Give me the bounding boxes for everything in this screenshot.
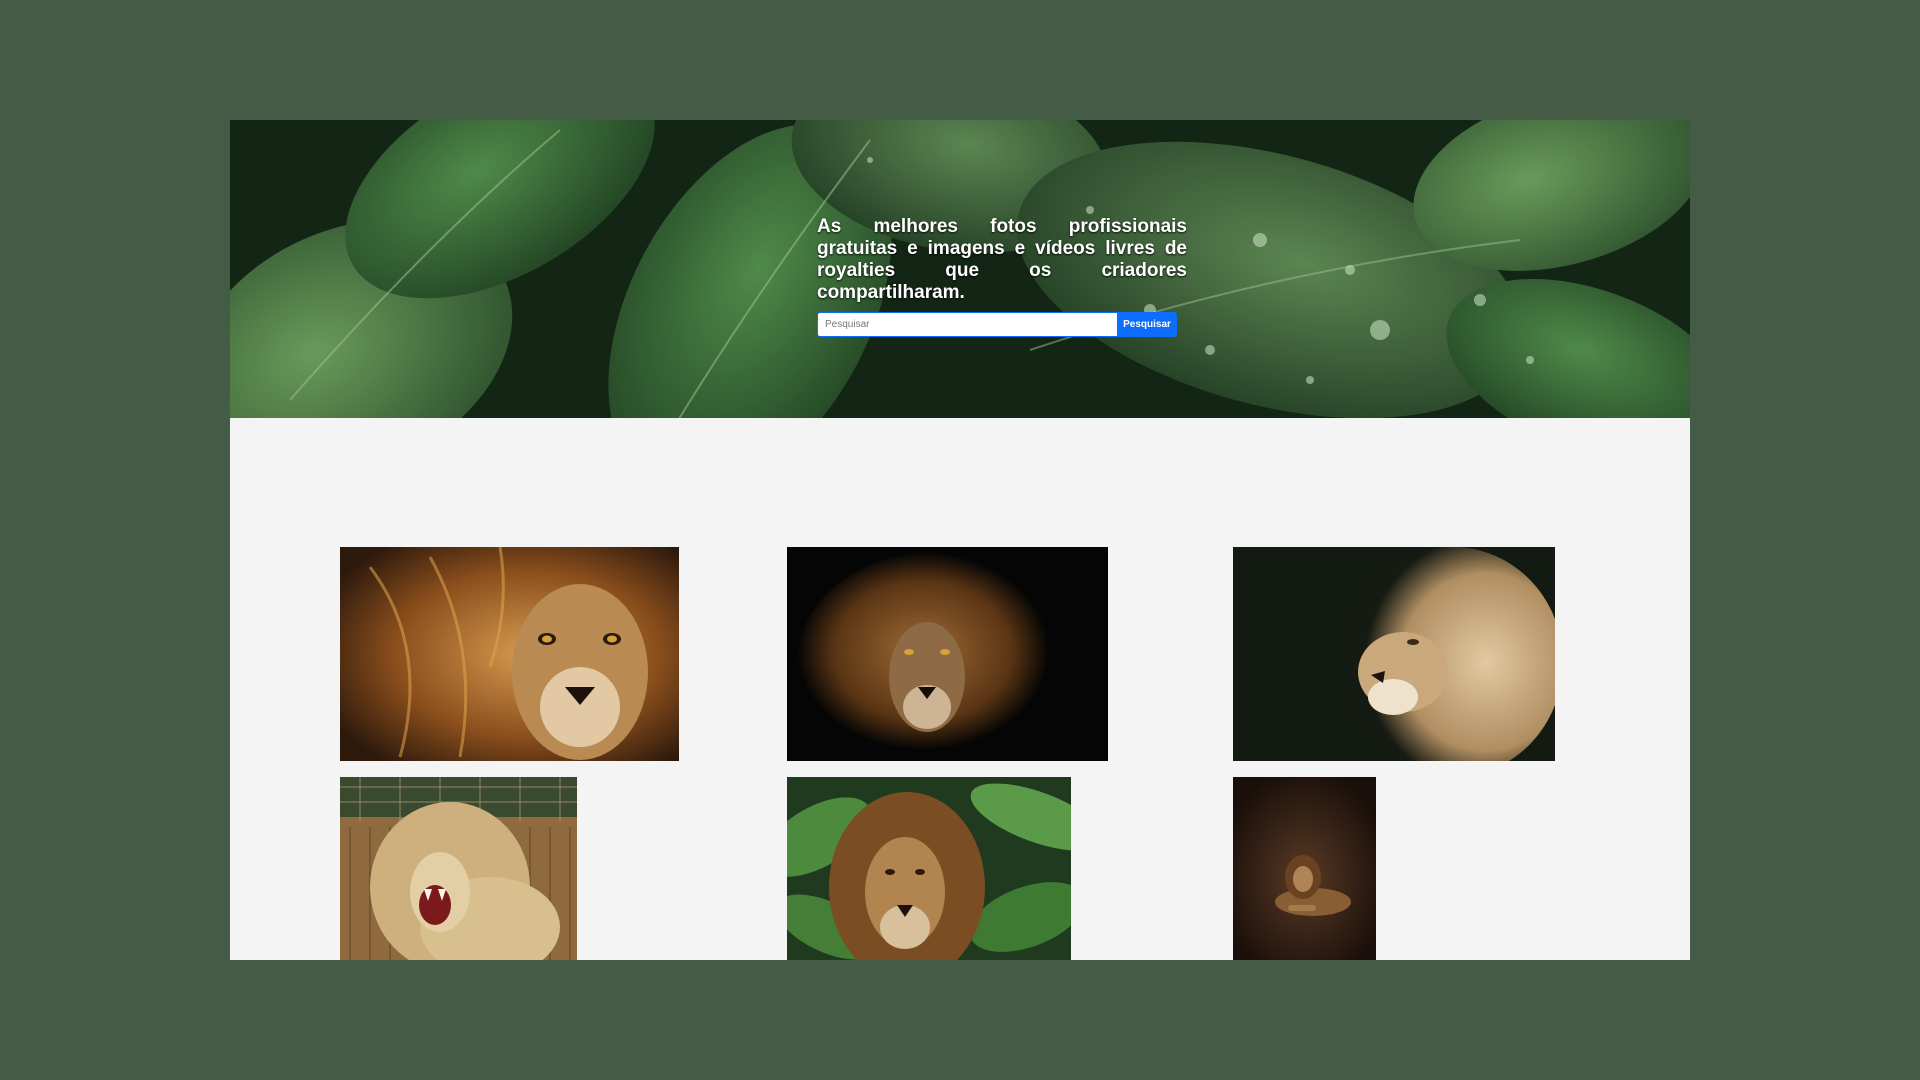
gallery-photo[interactable]: [1233, 777, 1376, 960]
lion-jungle-image: [787, 777, 1071, 960]
gallery-photo[interactable]: [787, 547, 1108, 761]
lion-profile-image: [1233, 547, 1555, 761]
search-bar: Pesquisar: [817, 312, 1187, 337]
gallery-photo[interactable]: [1233, 547, 1555, 761]
hero-title: As melhores fotos profissionais gratuita…: [817, 216, 1187, 303]
lion-dark-background-image: [787, 547, 1108, 761]
page-frame: As melhores fotos profissionais gratuita…: [230, 120, 1690, 960]
lion-lying-image: [1233, 777, 1376, 960]
hero-banner: As melhores fotos profissionais gratuita…: [230, 120, 1690, 418]
search-input[interactable]: [817, 312, 1117, 337]
lion-closeup-image: [340, 547, 679, 761]
gallery-photo[interactable]: [340, 777, 577, 960]
gallery-photo[interactable]: [787, 777, 1071, 960]
search-button[interactable]: Pesquisar: [1117, 312, 1177, 337]
gallery-photo[interactable]: [340, 547, 679, 761]
lion-roaring-image: [340, 777, 577, 960]
hero-content: As melhores fotos profissionais gratuita…: [817, 216, 1187, 337]
